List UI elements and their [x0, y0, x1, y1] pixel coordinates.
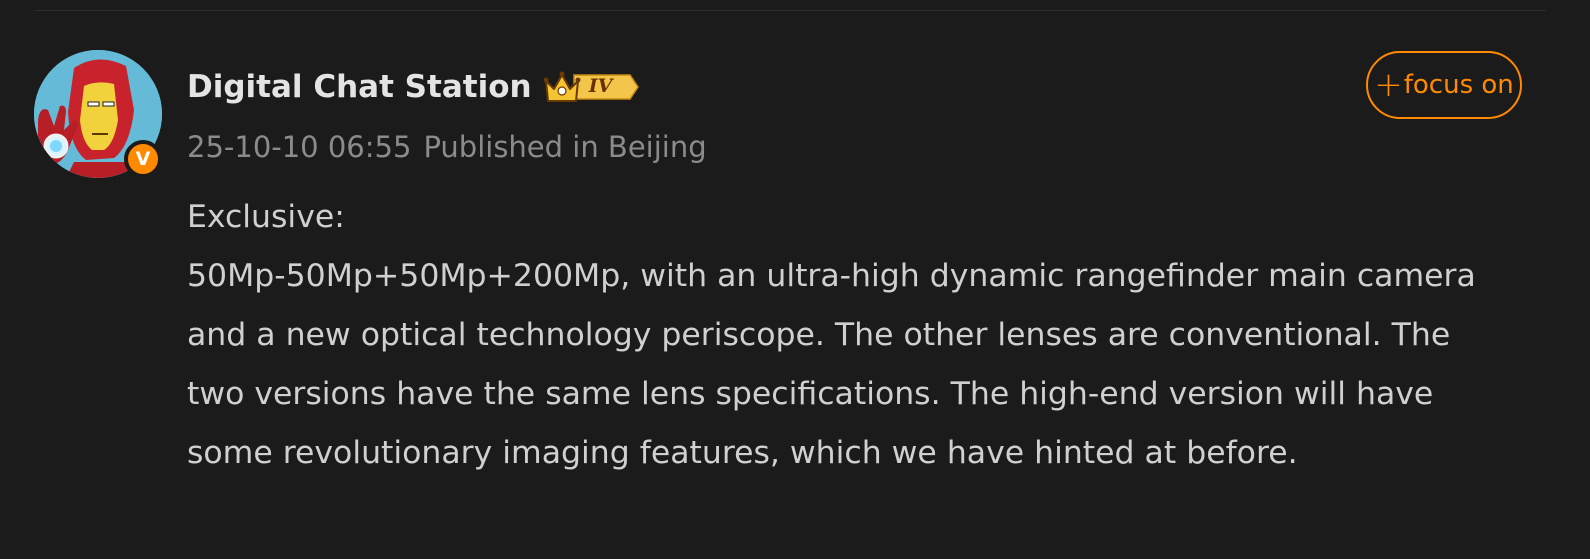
author-avatar[interactable]: V: [34, 50, 162, 178]
follow-button[interactable]: + focus on: [1366, 51, 1522, 119]
author-row: Digital Chat Station IV: [187, 66, 640, 108]
plus-icon: +: [1374, 65, 1403, 105]
level-label: IV: [588, 75, 613, 97]
post-meta: 25-10-10 06:55 Published in Beijing: [187, 130, 707, 164]
crown-level-badge: IV: [543, 69, 640, 105]
follow-label: focus on: [1403, 70, 1514, 100]
verified-badge-label: V: [135, 147, 151, 170]
post-body: Exclusive: 50Mp-50Mp+50Mp+200Mp, with an…: [187, 199, 1476, 471]
top-divider: [34, 10, 1546, 11]
verified-badge: V: [124, 140, 162, 178]
author-name[interactable]: Digital Chat Station: [187, 69, 532, 105]
post-timestamp: 25-10-10 06:55: [187, 130, 412, 164]
post-location: Published in Beijing: [423, 130, 707, 164]
